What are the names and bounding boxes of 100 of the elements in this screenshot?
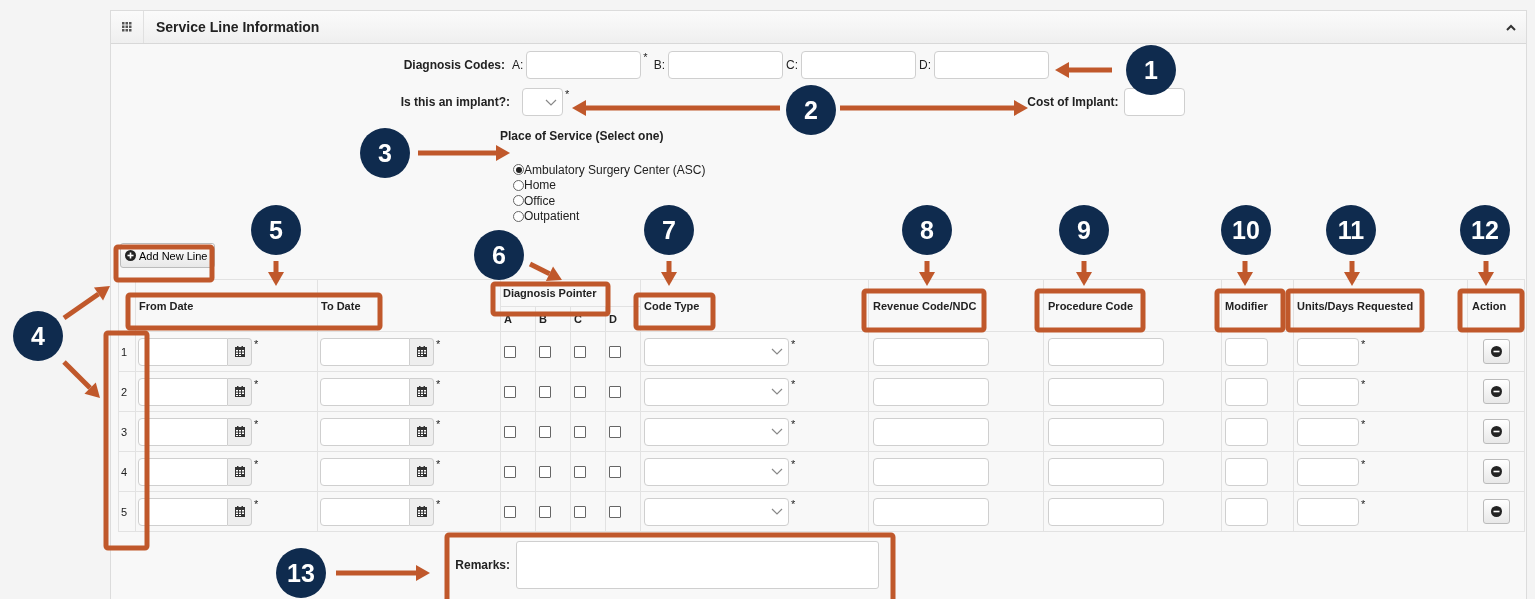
- checkbox[interactable]: [504, 465, 516, 478]
- checkbox[interactable]: [539, 505, 551, 518]
- units-field[interactable]: [1297, 337, 1360, 366]
- radio-button[interactable]: [513, 179, 524, 191]
- calendar-button[interactable]: [228, 377, 252, 406]
- required-mark: *: [1361, 378, 1366, 390]
- radio-label: Office: [524, 193, 556, 208]
- minus-circle-icon: [1490, 466, 1502, 477]
- checkbox[interactable]: [539, 425, 551, 438]
- arrow: [62, 286, 110, 321]
- procedure-code-field[interactable]: [1048, 337, 1165, 366]
- revenue-code-field[interactable]: [873, 497, 990, 526]
- chevron-down-icon: [771, 508, 784, 515]
- date-field[interactable]: [320, 497, 410, 526]
- chevron-down-icon: [545, 98, 557, 106]
- date-field[interactable]: [138, 377, 228, 406]
- calendar-button[interactable]: [410, 337, 434, 366]
- date-field[interactable]: [138, 497, 228, 526]
- date-field[interactable]: [320, 337, 410, 366]
- calendar-icon: [234, 426, 245, 437]
- revenue-code-field[interactable]: [873, 337, 990, 366]
- panel-title: Service Line Information: [156, 19, 321, 35]
- checkbox[interactable]: [574, 465, 586, 478]
- field-label: A:: [512, 58, 524, 72]
- calendar-icon: [416, 426, 427, 437]
- procedure-code-field[interactable]: [1048, 417, 1165, 446]
- remove-line-button[interactable]: [1482, 459, 1510, 484]
- checkbox[interactable]: [609, 425, 621, 438]
- calendar-button[interactable]: [410, 377, 434, 406]
- calendar-button[interactable]: [410, 457, 434, 486]
- plus-circle-icon: [125, 250, 136, 261]
- revenue-code-field[interactable]: [873, 417, 990, 446]
- minus-circle-icon: [1490, 506, 1502, 517]
- checkbox[interactable]: [609, 345, 621, 358]
- date-field[interactable]: [138, 417, 228, 446]
- checkbox[interactable]: [504, 425, 516, 438]
- checkbox[interactable]: [504, 505, 516, 518]
- units-field[interactable]: [1297, 497, 1360, 526]
- radio-button[interactable]: [513, 210, 524, 222]
- checkbox[interactable]: [504, 345, 516, 358]
- chevron-down-icon: [771, 468, 784, 475]
- checkbox[interactable]: [539, 345, 551, 358]
- calendar-icon: [234, 346, 245, 357]
- radio-button[interactable]: [513, 195, 524, 207]
- revenue-code-field[interactable]: [873, 457, 990, 486]
- checkbox[interactable]: [574, 345, 586, 358]
- remove-line-button[interactable]: [1482, 419, 1510, 444]
- required-mark: *: [254, 338, 259, 350]
- date-field[interactable]: [138, 337, 228, 366]
- checkbox[interactable]: [574, 425, 586, 438]
- checkbox[interactable]: [539, 465, 551, 478]
- revenue-code-field[interactable]: [873, 377, 990, 406]
- calendar-button[interactable]: [228, 337, 252, 366]
- required-mark: *: [254, 378, 259, 390]
- calendar-button[interactable]: [228, 457, 252, 486]
- date-field[interactable]: [320, 457, 410, 486]
- units-field[interactable]: [1297, 417, 1360, 446]
- radio-button[interactable]: [513, 164, 524, 176]
- diagnosis-code-field[interactable]: [526, 51, 642, 79]
- calendar-icon: [416, 466, 427, 477]
- required-mark: *: [436, 378, 441, 390]
- date-field[interactable]: [320, 377, 410, 406]
- calendar-button[interactable]: [228, 417, 252, 446]
- checkbox[interactable]: [539, 385, 551, 398]
- modifier-field[interactable]: [1225, 457, 1269, 486]
- modifier-field[interactable]: [1225, 377, 1269, 406]
- date-field[interactable]: [138, 457, 228, 486]
- required-mark: *: [1361, 418, 1366, 430]
- procedure-code-field[interactable]: [1048, 377, 1165, 406]
- checkbox[interactable]: [504, 385, 516, 398]
- required-mark: *: [791, 378, 796, 390]
- field-label: B:: [653, 58, 665, 72]
- modifier-field[interactable]: [1225, 337, 1269, 366]
- remove-line-button[interactable]: [1482, 499, 1510, 524]
- arrow: [1055, 62, 1112, 78]
- checkbox[interactable]: [574, 385, 586, 398]
- checkbox[interactable]: [609, 505, 621, 518]
- calendar-button[interactable]: [410, 417, 434, 446]
- remove-line-button[interactable]: [1482, 339, 1510, 364]
- procedure-code-field[interactable]: [1048, 497, 1165, 526]
- cost-field[interactable]: [1123, 88, 1185, 116]
- remarks-field[interactable]: [516, 541, 879, 589]
- units-field[interactable]: [1297, 377, 1360, 406]
- diagnosis-code-field[interactable]: [667, 51, 783, 79]
- calendar-button[interactable]: [228, 497, 252, 526]
- procedure-code-field[interactable]: [1048, 457, 1165, 486]
- modifier-field[interactable]: [1225, 497, 1269, 526]
- checkbox[interactable]: [609, 385, 621, 398]
- date-field[interactable]: [320, 417, 410, 446]
- checkbox[interactable]: [609, 465, 621, 478]
- diagnosis-code-field[interactable]: [933, 51, 1049, 79]
- modifier-field[interactable]: [1225, 417, 1269, 446]
- units-field[interactable]: [1297, 457, 1360, 486]
- grid-icon: [122, 22, 132, 32]
- minus-circle-icon: [1490, 346, 1502, 357]
- calendar-button[interactable]: [410, 497, 434, 526]
- row-number: 4: [121, 465, 128, 478]
- checkbox[interactable]: [574, 505, 586, 518]
- diagnosis-code-field[interactable]: [800, 51, 916, 79]
- remove-line-button[interactable]: [1482, 379, 1510, 404]
